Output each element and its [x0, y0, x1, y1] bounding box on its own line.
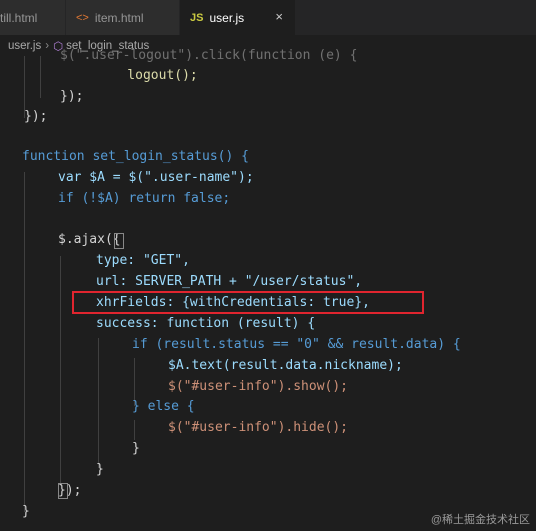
code-text: } else { — [132, 399, 195, 414]
code-editor[interactable]: $(".user-logout").click(function (e) { l… — [0, 46, 536, 531]
indent-guide — [60, 256, 61, 486]
code-text: logout(); — [96, 68, 198, 83]
js-icon: JS — [190, 11, 204, 24]
code-text: type: "GET", — [96, 253, 190, 268]
highlight-box — [72, 291, 424, 314]
tab-label: user.js — [209, 10, 245, 25]
bracket-match — [114, 233, 124, 249]
code-line-4: }); — [24, 109, 48, 124]
code-text: $("#user-info").hide(); — [168, 420, 349, 435]
watermark: @稀土掘金技术社区 — [430, 514, 530, 526]
indent-guide — [134, 420, 135, 440]
code-text: $A.text(result.data.nickname); — [168, 358, 403, 373]
code-line-1: $(".user-logout").click(function (e) { — [60, 48, 358, 63]
code-line-18: } else { — [132, 397, 195, 417]
code-line-11: type: "GET", — [96, 251, 190, 271]
code-line-8: if (!$A) return false; — [58, 189, 230, 209]
code-line-6: function set_login_status() { — [22, 147, 249, 167]
indent-guide — [40, 56, 41, 98]
code-line-14: success: function (result) { — [96, 314, 315, 334]
code-line-12: url: SERVER_PATH + "/user/status", — [96, 272, 362, 292]
code-line-15: if (result.status == "0" && result.data)… — [132, 335, 461, 355]
html-icon: <> — [76, 11, 89, 24]
tab-label: item.html — [94, 10, 144, 25]
close-icon[interactable]: × — [275, 9, 283, 24]
code-line-17: $("#user-info").show(); — [168, 377, 348, 397]
code-line-10: $.ajax({ — [58, 230, 121, 250]
code-text: if (!$A) return false; — [58, 191, 231, 206]
code-text: $.ajax({ — [58, 232, 121, 247]
code-line-7: var $A = $(".user-name"); — [58, 168, 254, 188]
code-text: url: SERVER_PATH + "/user/status", — [96, 274, 363, 289]
code-line-20: } — [132, 441, 140, 456]
code-text: $("#user-info").show(); — [168, 379, 349, 394]
code-text: function set_login_status() { — [22, 149, 249, 164]
tab-bar: till.html <> item.html JS user.js × — [0, 0, 536, 35]
code-line-23: } — [22, 504, 30, 519]
code-line-2: logout(); — [96, 66, 198, 86]
bracket-match — [58, 483, 68, 499]
code-line-16: $A.text(result.data.nickname); — [168, 356, 403, 376]
code-line-21: } — [96, 462, 104, 477]
code-text: success: function (result) { — [96, 316, 316, 331]
tab-label: till.html — [0, 10, 38, 25]
indent-guide — [24, 172, 25, 512]
code-line-3: }); — [60, 89, 84, 104]
code-text: var $A = $(".user-name"); — [58, 170, 254, 185]
tab-item-html[interactable]: <> item.html — [66, 0, 180, 35]
tab-till-html[interactable]: till.html — [0, 0, 66, 35]
code-text: if (result.status == "0" && result.data)… — [132, 337, 461, 352]
tab-user-js[interactable]: JS user.js × — [180, 0, 296, 35]
code-line-19: $("#user-info").hide(); — [168, 418, 348, 438]
indent-guide — [98, 338, 99, 468]
